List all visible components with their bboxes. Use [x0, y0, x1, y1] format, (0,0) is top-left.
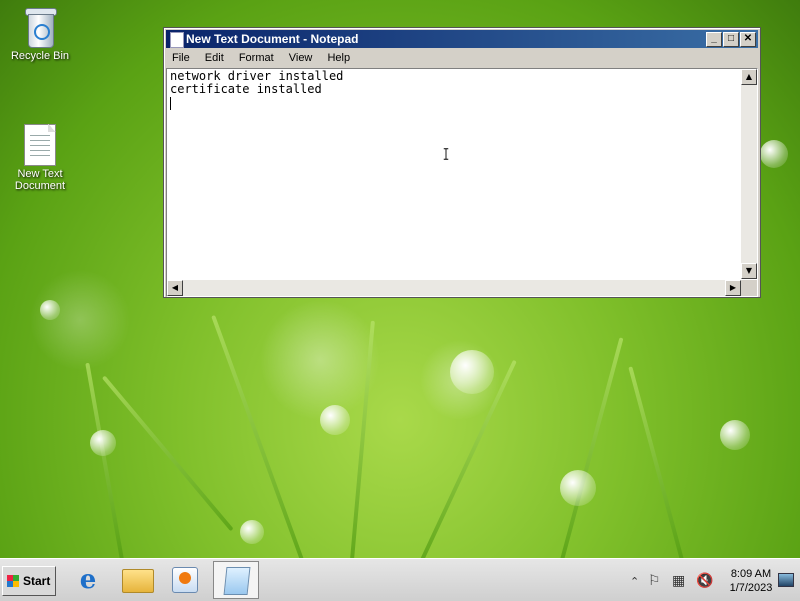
minimize-button[interactable]: _ [706, 32, 722, 47]
vertical-scrollbar[interactable]: ▲ ▼ [741, 69, 757, 279]
menu-edit[interactable]: Edit [199, 49, 230, 67]
notepad-window: New Text Document - Notepad _ □ ✕ File E… [163, 27, 761, 298]
scroll-left-icon[interactable]: ◀ [167, 280, 183, 296]
notepad-icon [170, 32, 184, 48]
internet-explorer-icon: e [79, 565, 97, 595]
desktop-icon-label: New Text Document [14, 168, 66, 192]
taskbar-media-player[interactable] [162, 561, 206, 597]
clock-date: 1/7/2023 [729, 582, 773, 594]
text-editor-area[interactable]: network driver installed certificate ins… [166, 68, 758, 297]
resize-grip-icon[interactable] [741, 280, 757, 296]
ibeam-cursor-icon [443, 148, 449, 160]
desktop-icon-recycle-bin[interactable]: Recycle Bin [0, 8, 80, 62]
desktop-icon-label: Recycle Bin [10, 50, 70, 62]
taskbar: Start e ⌃ ⚐ ▦ 🔇 8:09 AM 1/7/2023 [0, 558, 800, 601]
text-caret [170, 97, 171, 110]
clock-time: 8:09 AM [730, 568, 772, 580]
media-player-icon [172, 567, 198, 593]
start-button[interactable]: Start [2, 566, 56, 596]
scroll-down-icon[interactable]: ▼ [741, 263, 757, 279]
network-icon[interactable]: ▦ [672, 573, 685, 589]
recycle-bin-icon [25, 8, 57, 48]
menu-help[interactable]: Help [321, 49, 356, 67]
scroll-up-icon[interactable]: ▲ [741, 69, 757, 85]
scroll-right-icon[interactable]: ▶ [725, 280, 741, 296]
desktop-icon-new-text-document[interactable]: New Text Document [0, 124, 80, 192]
menu-format[interactable]: Format [233, 49, 280, 67]
windows-logo-icon [7, 575, 19, 587]
notepad-icon [223, 567, 251, 595]
window-title: New Text Document - Notepad [186, 32, 359, 46]
maximize-button[interactable]: □ [723, 32, 739, 47]
taskbar-internet-explorer[interactable]: e [66, 561, 110, 597]
system-tray: ⌃ ⚐ ▦ 🔇 8:09 AM 1/7/2023 [626, 565, 798, 597]
action-center-flag-icon[interactable]: ⚐ [648, 573, 661, 589]
menu-bar: File Edit Format View Help [166, 49, 758, 67]
volume-muted-icon[interactable]: 🔇 [696, 573, 713, 589]
show-hidden-icons-icon[interactable]: ⌃ [630, 575, 639, 588]
start-label: Start [23, 574, 51, 588]
close-button[interactable]: ✕ [740, 32, 756, 47]
taskbar-notepad[interactable] [213, 561, 259, 599]
title-bar[interactable]: New Text Document - Notepad _ □ ✕ [166, 30, 758, 48]
menu-file[interactable]: File [166, 49, 196, 67]
show-desktop-icon[interactable] [778, 573, 794, 587]
horizontal-scrollbar[interactable]: ◀ ▶ [167, 280, 741, 296]
text-line-2: certificate installed [170, 82, 322, 96]
text-file-icon [24, 124, 56, 166]
clock[interactable]: 8:09 AM 1/7/2023 [721, 567, 781, 595]
windows-explorer-icon [122, 569, 154, 593]
menu-view[interactable]: View [283, 49, 319, 67]
taskbar-windows-explorer[interactable] [114, 561, 158, 597]
